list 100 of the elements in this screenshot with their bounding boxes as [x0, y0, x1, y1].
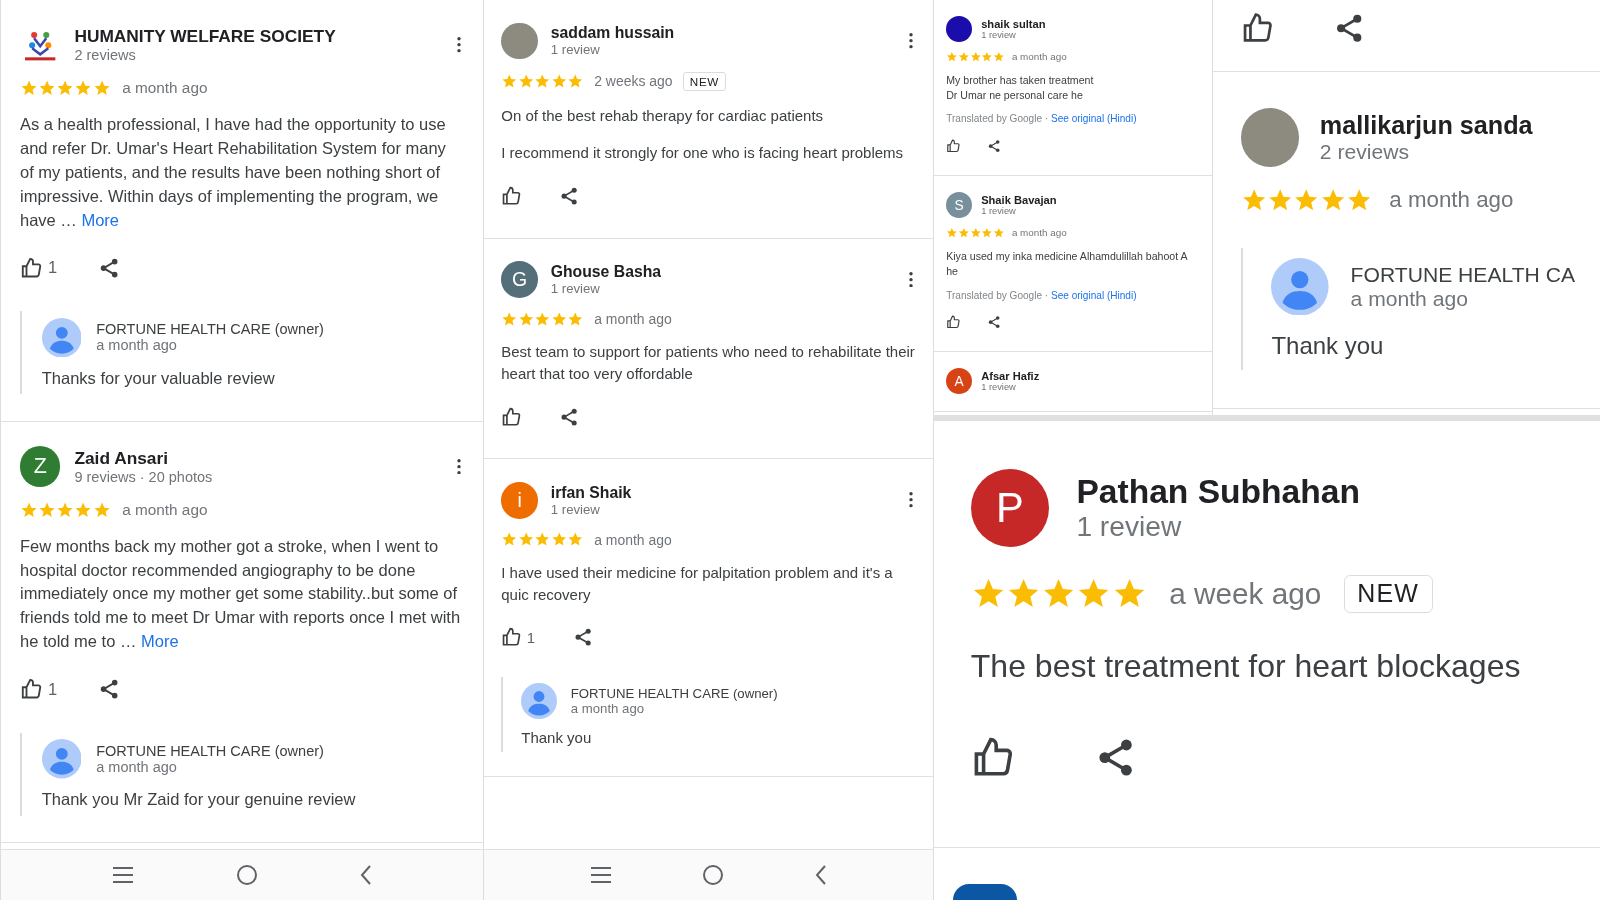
star-icon	[517, 73, 535, 90]
review-count: 1 review	[981, 382, 1017, 393]
like-button[interactable]	[946, 138, 961, 153]
share-button[interactable]	[559, 406, 580, 427]
translation-note: Translated by Google · See original (Hindi)	[946, 113, 1138, 125]
review-text: The best treatment for heart blockages	[970, 647, 1522, 687]
more-vert-icon	[909, 492, 914, 508]
share-icon	[559, 406, 580, 427]
share-button[interactable]	[987, 314, 1002, 330]
star-icon	[501, 310, 518, 327]
like-button[interactable]	[946, 314, 961, 330]
review-time: a month ago	[122, 500, 208, 519]
letter-avatar: i	[501, 481, 538, 519]
letter-avatar: Z	[19, 446, 61, 487]
person-avatar	[1271, 257, 1329, 316]
star-icon	[74, 79, 93, 98]
star-icon	[19, 79, 39, 98]
see-original-link[interactable]: See original (Hindi)	[1050, 289, 1137, 301]
star-icon	[946, 227, 958, 239]
thumbs-up-icon	[19, 678, 43, 701]
letter-avatar: P	[970, 469, 1050, 548]
photo-placeholder	[501, 22, 538, 60]
reviewer-name: Shaik Bavajan	[981, 194, 1058, 207]
thumbs-up-icon	[946, 138, 961, 153]
like-button[interactable]: 1	[19, 678, 58, 701]
star-icon	[501, 73, 518, 90]
reviewer-name: Zaid Ansari	[74, 448, 170, 470]
more-vert-icon	[909, 33, 914, 49]
share-button[interactable]	[559, 185, 580, 206]
review-count: 1 review	[981, 29, 1017, 40]
back-icon	[358, 864, 373, 886]
thumbs-up-icon	[501, 406, 522, 427]
thumbs-up-icon	[946, 314, 961, 330]
thumbs-up-icon	[501, 627, 522, 648]
share-icon	[987, 314, 1002, 330]
review-count: 1 review	[550, 42, 601, 58]
more-link[interactable]: More	[141, 632, 179, 651]
star-icon	[501, 531, 518, 548]
reply-text: Thank you	[1271, 332, 1385, 361]
reply-text: Thanks for your valuable review	[41, 368, 276, 388]
reply-time: a month ago	[1350, 286, 1469, 311]
reviewer-name: saddam hussain	[550, 24, 676, 43]
star-icon	[550, 531, 568, 548]
review-time: a month ago	[122, 79, 208, 98]
share-button[interactable]	[987, 138, 1002, 153]
review-time: a week ago	[1169, 576, 1322, 611]
star-icon	[534, 310, 551, 327]
review-count: 1 review	[1076, 511, 1183, 544]
person-avatar	[521, 682, 558, 719]
review-time: a month ago	[594, 531, 672, 548]
star-icon	[969, 227, 982, 239]
review-text: I recommend it strongly for one who is facing heart problems	[501, 143, 905, 164]
circle-icon	[702, 864, 725, 886]
star-icon	[517, 310, 535, 327]
reviewer-name: Pathan Subhahan	[1076, 473, 1361, 512]
review-count: 1 review	[550, 280, 601, 296]
menu-icon	[588, 865, 613, 885]
reviewer-name: irfan Shaik	[550, 483, 633, 502]
more-vert-icon	[457, 458, 462, 475]
reviewer-name: HUMANITY WELFARE SOCIETY	[74, 26, 337, 48]
person-avatar	[41, 739, 82, 779]
like-button[interactable]	[501, 185, 522, 206]
review-time: a month ago	[1011, 51, 1067, 63]
review-text: Few months back my mother got a stroke, when I went to hospital doctor recommended angiography to be done immediately once my mother get some stability..but some of friends told me to meet Dr Umar with reports once I met with he told me to … More	[19, 535, 462, 653]
review-time: a month ago	[1011, 227, 1067, 239]
more-options-button[interactable]	[906, 269, 916, 290]
review-text: My brother has taken treatment Dr Umar ne personal care he	[946, 72, 1095, 103]
reply-text: Thank you	[521, 729, 593, 747]
reply-text: Thank you Mr Zaid for your genuine review	[41, 790, 357, 810]
star-icon	[957, 50, 970, 63]
like-button[interactable]: 1	[19, 256, 58, 279]
owner-name: FORTUNE HEALTH CARE (owner)	[96, 742, 325, 759]
circle-icon	[236, 864, 258, 886]
star-icon	[517, 531, 535, 548]
more-vert-icon	[909, 271, 914, 288]
star-icon	[567, 73, 584, 90]
star-icon	[957, 227, 970, 239]
letter-avatar: G	[501, 261, 538, 298]
more-link[interactable]: More	[81, 210, 120, 229]
menu-icon	[111, 865, 136, 885]
like-button[interactable]	[501, 406, 522, 427]
owner-name: FORTUNE HEALTH CARE (owner)	[96, 321, 325, 338]
person-avatar	[41, 317, 82, 358]
thumbs-up-icon	[501, 185, 522, 206]
star-icon	[981, 227, 993, 239]
review-count: 1 review	[981, 206, 1017, 217]
new-label: NEW	[683, 72, 726, 91]
review-text: On of the best rehab therapy for cardiac patients	[501, 105, 825, 126]
star-icon	[567, 531, 584, 548]
letter-avatar: S	[946, 192, 973, 219]
star-icon	[550, 73, 568, 90]
star-icon	[981, 50, 993, 63]
star-icon	[534, 73, 551, 90]
see-original-link[interactable]: See original (Hindi)	[1050, 113, 1137, 125]
like-button[interactable]: 1	[501, 627, 536, 648]
more-vert-icon	[457, 37, 462, 53]
reviewer-name: mallikarjun sanda	[1319, 110, 1534, 140]
reviewer-name: Afsar Hafiz	[981, 370, 1041, 383]
star-icon	[38, 79, 57, 98]
review-count: 9 reviews · 20 photos	[74, 469, 214, 486]
